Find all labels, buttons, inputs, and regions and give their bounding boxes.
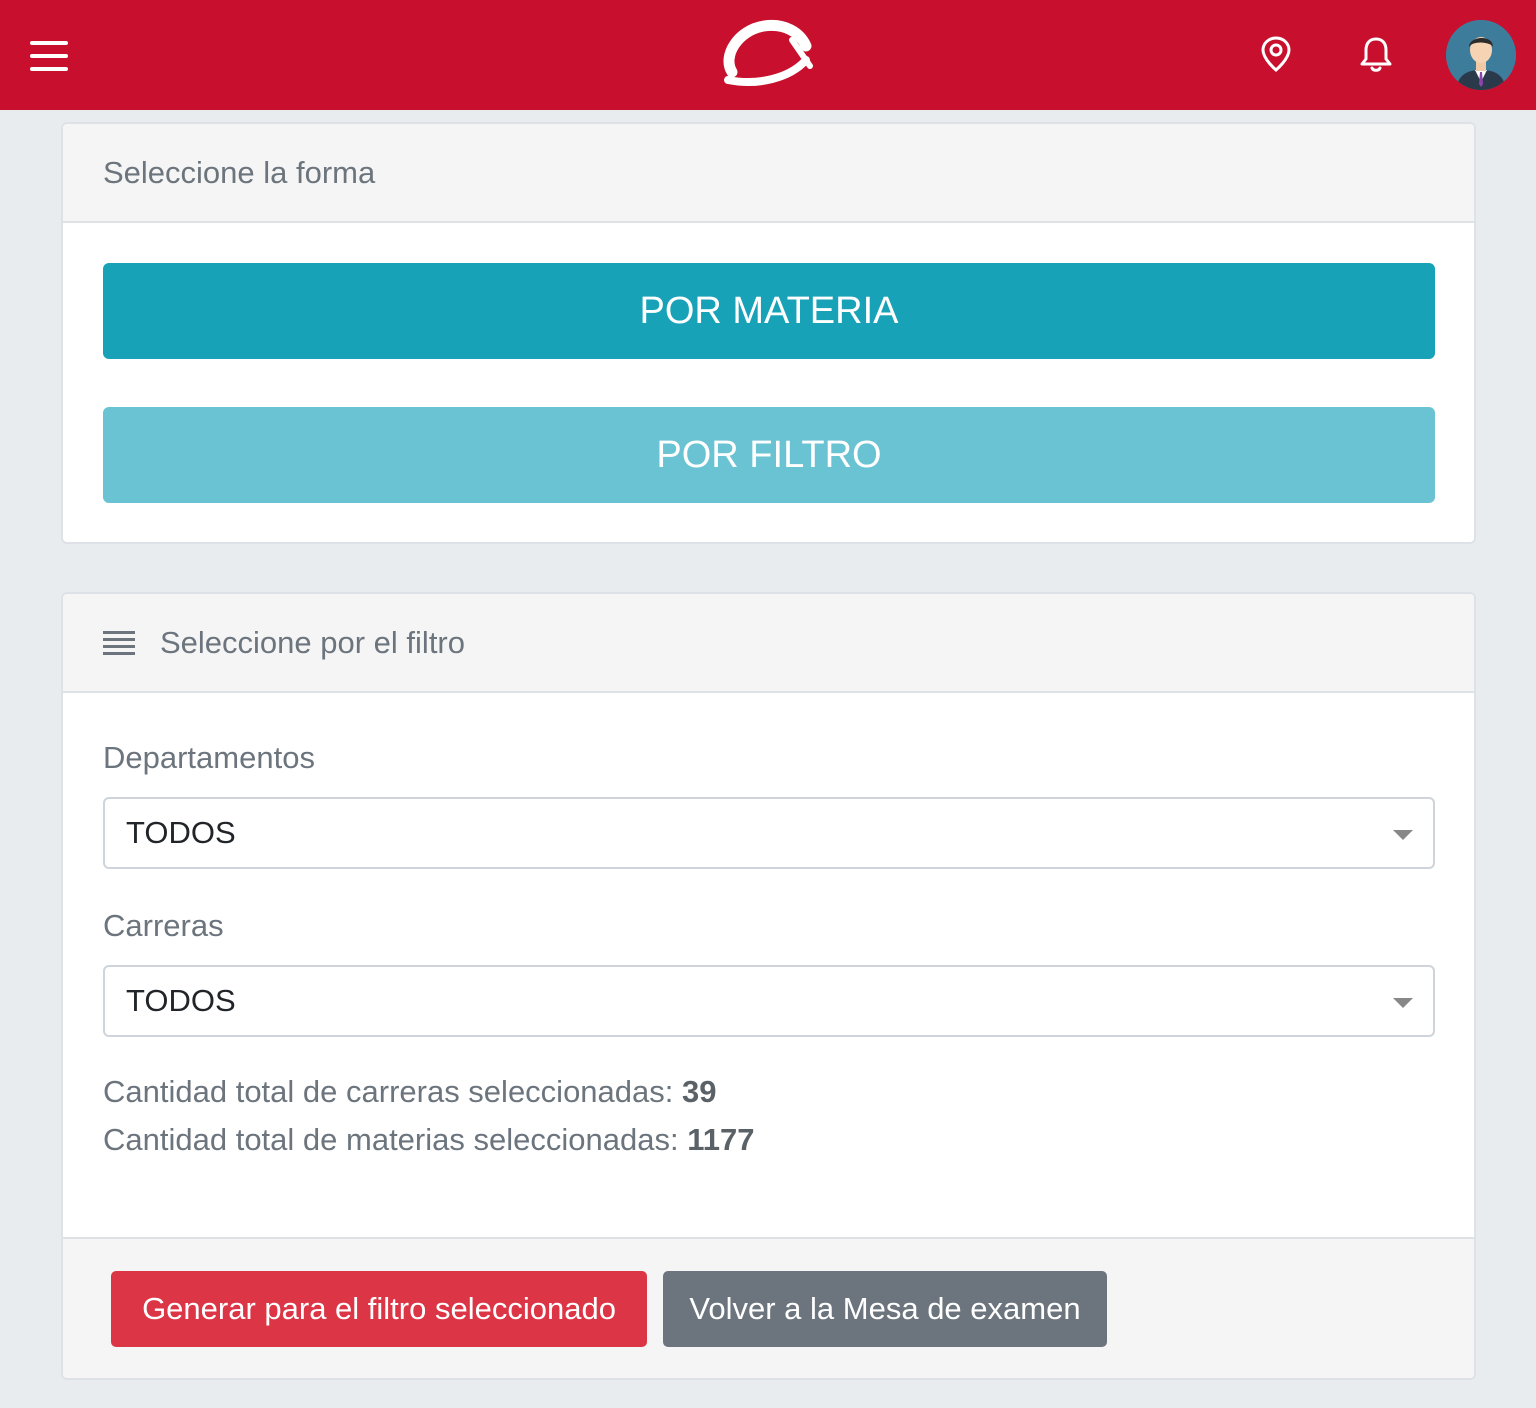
chevron-down-icon (1393, 830, 1413, 840)
bell-icon[interactable] (1356, 34, 1396, 74)
carreras-select[interactable]: TODOS (103, 965, 1435, 1037)
top-navbar (0, 0, 1536, 110)
generar-button[interactable]: Generar para el filtro seleccionado (111, 1271, 647, 1347)
carreras-select-value: TODOS (126, 983, 236, 1018)
hamburger-menu-icon[interactable] (28, 38, 72, 74)
forma-card-header: Seleccione la forma (63, 124, 1474, 223)
stat-carreras-value: 39 (682, 1074, 717, 1109)
filtro-card-header: Seleccione por el filtro (63, 594, 1474, 693)
departamentos-select-value: TODOS (126, 815, 236, 850)
chevron-down-icon (1393, 998, 1413, 1008)
por-filtro-button[interactable]: POR FILTRO (103, 407, 1435, 503)
departamentos-label: Departamentos (103, 740, 315, 775)
volver-button[interactable]: Volver a la Mesa de examen (663, 1271, 1107, 1347)
carreras-label: Carreras (103, 908, 224, 943)
user-avatar[interactable] (1446, 20, 1516, 90)
stat-materias-label: Cantidad total de materias seleccionadas… (103, 1122, 679, 1157)
list-icon (103, 630, 135, 655)
filtro-card-title: Seleccione por el filtro (160, 624, 465, 660)
filtro-card: Seleccione por el filtro Departamentos T… (61, 592, 1476, 1380)
stat-carreras: Cantidad total de carreras seleccionadas… (103, 1074, 717, 1110)
stat-materias-value: 1177 (687, 1122, 755, 1157)
map-pin-icon[interactable] (1256, 34, 1296, 74)
stat-carreras-label: Cantidad total de carreras seleccionadas… (103, 1074, 674, 1109)
por-materia-button[interactable]: POR MATERIA (103, 263, 1435, 359)
brand-logo[interactable] (718, 16, 818, 92)
stat-materias: Cantidad total de materias seleccionadas… (103, 1122, 754, 1158)
departamentos-select[interactable]: TODOS (103, 797, 1435, 869)
filtro-card-footer: Generar para el filtro seleccionado Volv… (63, 1237, 1474, 1378)
forma-card-title: Seleccione la forma (103, 154, 376, 190)
forma-card: Seleccione la forma POR MATERIA POR FILT… (61, 122, 1476, 544)
